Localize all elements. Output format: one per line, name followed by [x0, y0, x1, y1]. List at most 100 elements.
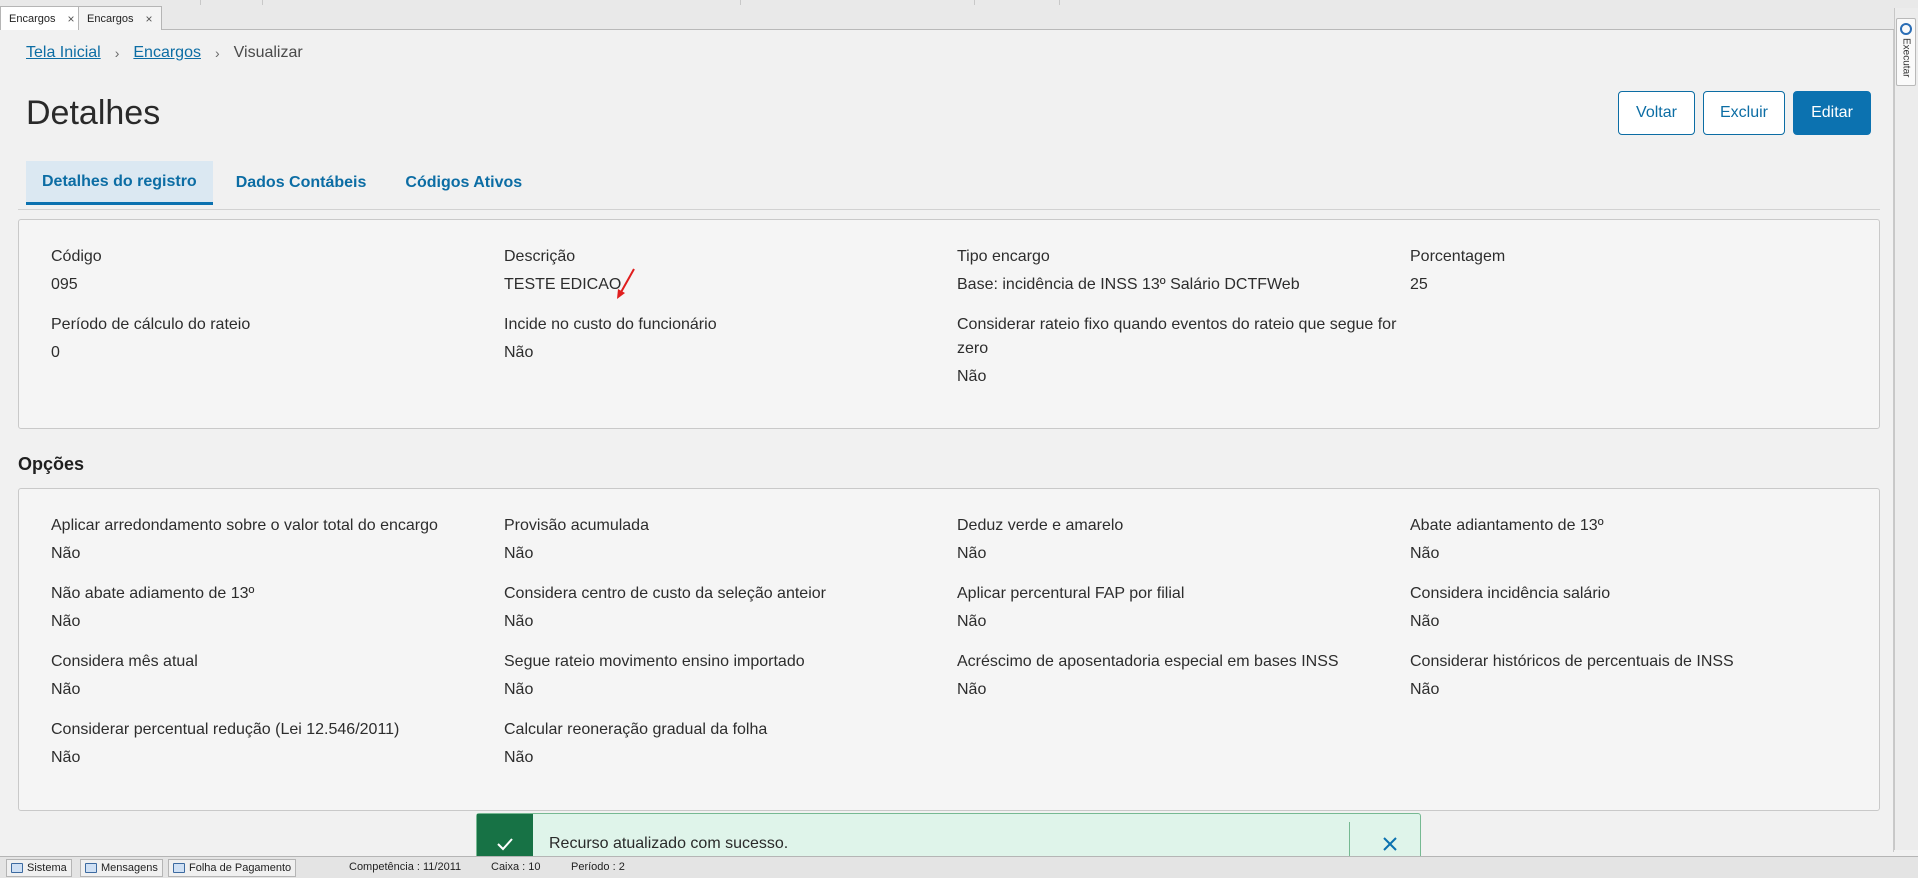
option-field: Considera mês atual Não — [51, 650, 491, 702]
field-label: Segue rateio movimento ensino importado — [504, 653, 805, 670]
delete-button[interactable]: Excluir — [1703, 91, 1785, 135]
option-field: Não abate adiamento de 13º Não — [51, 582, 491, 634]
field-porcentagem: Porcentagem 25 — [1410, 245, 1830, 297]
field-codigo: Código 095 — [51, 245, 471, 297]
option-field: Calcular reoneração gradual da folha Não — [504, 718, 944, 770]
toast-message: Recurso atualizado com sucesso. — [549, 835, 789, 852]
field-value: Não — [51, 681, 81, 698]
field-label: Deduz verde e amarelo — [957, 517, 1124, 534]
field-value: Não — [1410, 613, 1440, 630]
option-field: Considerar históricos de percentuais de … — [1410, 650, 1850, 702]
statusbar-caixa: Caixa : 10 — [491, 861, 541, 873]
field-label: Calcular reoneração gradual da folha — [504, 721, 768, 738]
field-label: Considera centro de custo da seleção ant… — [504, 585, 826, 602]
breadcrumb: Tela Inicial › Encargos › Visualizar — [26, 44, 303, 62]
window-tab-label: Encargos — [9, 13, 56, 25]
field-value: Base: incidência de INSS 13º Salário DCT… — [957, 276, 1300, 293]
breadcrumb-current: Visualizar — [233, 44, 303, 61]
side-rail: Executar — [1894, 8, 1918, 850]
status-bar: Sistema Mensagens Folha de Pagamento Com… — [0, 856, 1918, 878]
options-card: Aplicar arredondamento sobre o valor tot… — [18, 488, 1880, 811]
field-value: Não — [957, 368, 987, 385]
statusbar-label: Folha de Pagamento — [189, 862, 292, 874]
option-field: Considera incidência salário Não — [1410, 582, 1850, 634]
option-field: Considera centro de custo da seleção ant… — [504, 582, 944, 634]
chevron-right-icon: › — [114, 45, 120, 61]
field-periodo-calculo-rateio: Período de cálculo do rateio 0 — [51, 313, 471, 365]
tab-dados-contabeis[interactable]: Dados Contábeis — [220, 161, 383, 205]
field-value: Não — [51, 749, 81, 766]
field-value: Não — [504, 681, 534, 698]
option-field: Abate adiantamento de 13º Não — [1410, 514, 1850, 566]
divider — [262, 0, 263, 5]
chevron-right-icon: › — [214, 45, 220, 61]
back-button[interactable]: Voltar — [1618, 91, 1695, 135]
field-label: Considera mês atual — [51, 653, 198, 670]
tab-detalhes-do-registro[interactable]: Detalhes do registro — [26, 161, 213, 205]
computer-icon — [11, 863, 23, 873]
close-icon[interactable]: × — [67, 12, 74, 26]
statusbar-periodo: Período : 2 — [571, 861, 625, 873]
field-label: Considerar percentual redução (Lei 12.54… — [51, 721, 400, 738]
field-label: Considerar rateio fixo quando eventos do… — [957, 316, 1397, 357]
field-label: Acréscimo de aposentadoria especial em b… — [957, 653, 1339, 670]
field-descricao: Descrição TESTE EDICAO — [504, 245, 924, 297]
divider — [740, 0, 741, 5]
statusbar-label: Sistema — [27, 862, 67, 874]
field-label: Período de cálculo do rateio — [51, 316, 251, 333]
option-field: Aplicar percentural FAP por filial Não — [957, 582, 1397, 634]
executar-label: Executar — [1900, 38, 1912, 78]
field-label: Abate adiantamento de 13º — [1410, 517, 1604, 534]
option-field: Deduz verde e amarelo Não — [957, 514, 1397, 566]
field-value: Não — [504, 613, 534, 630]
field-value: Não — [957, 545, 987, 562]
tab-bar: Detalhes do registro Dados Contábeis Cód… — [26, 161, 545, 205]
field-label: Tipo encargo — [957, 248, 1050, 265]
field-incide-custo-funcionario: Incide no custo do funcionário Não — [504, 313, 924, 365]
statusbar-label: Mensagens — [101, 862, 158, 874]
statusbar-sistema-button[interactable]: Sistema — [6, 859, 72, 877]
field-label: Código — [51, 248, 102, 265]
field-rateio-fixo: Considerar rateio fixo quando eventos do… — [957, 313, 1397, 389]
edit-button[interactable]: Editar — [1793, 91, 1871, 135]
field-value: Não — [1410, 681, 1440, 698]
close-icon[interactable]: × — [145, 12, 152, 26]
statusbar-competencia: Competência : 11/2011 — [349, 861, 462, 873]
window-tab-strip: Encargos × Encargos × — [0, 0, 1918, 31]
message-icon — [85, 863, 97, 873]
breadcrumb-encargos-link[interactable]: Encargos — [133, 44, 201, 62]
option-field: Acréscimo de aposentadoria especial em b… — [957, 650, 1397, 702]
field-label: Provisão acumulada — [504, 517, 649, 534]
field-value: Não — [957, 681, 987, 698]
field-label: Não abate adiamento de 13º — [51, 585, 255, 602]
field-value: TESTE EDICAO — [504, 276, 622, 293]
option-field: Considerar percentual redução (Lei 12.54… — [51, 718, 491, 770]
tab-codigos-ativos[interactable]: Códigos Ativos — [389, 161, 538, 205]
field-value: Não — [51, 613, 81, 630]
breadcrumb-home-link[interactable]: Tela Inicial — [26, 44, 101, 62]
field-value: 25 — [1410, 276, 1428, 293]
field-label: Considera incidência salário — [1410, 585, 1611, 602]
field-value: 0 — [51, 344, 60, 361]
divider — [18, 209, 1880, 210]
field-value: Não — [51, 545, 81, 562]
statusbar-mensagens-button[interactable]: Mensagens — [80, 859, 163, 877]
window-tab-encargos-2[interactable]: Encargos × — [78, 6, 162, 30]
details-card: Código 095 Descrição TESTE EDICAO Tipo e… — [18, 219, 1880, 429]
executar-tab[interactable]: Executar — [1896, 18, 1916, 86]
page-title: Detalhes — [26, 94, 161, 132]
divider — [974, 0, 975, 5]
field-value: Não — [957, 613, 987, 630]
option-field: Segue rateio movimento ensino importado … — [504, 650, 944, 702]
main-panel: Tela Inicial › Encargos › Visualizar Det… — [0, 30, 1894, 875]
document-icon — [173, 863, 185, 873]
statusbar-folha-button[interactable]: Folha de Pagamento — [168, 859, 297, 877]
window-tab-label: Encargos — [87, 12, 134, 25]
option-field: Provisão acumulada Não — [504, 514, 944, 566]
divider — [200, 0, 201, 5]
field-label: Porcentagem — [1410, 248, 1506, 265]
window-tab-encargos-1[interactable]: Encargos × — [0, 6, 84, 31]
field-label: Descrição — [504, 248, 576, 265]
gear-icon — [1900, 23, 1912, 35]
options-section-title: Opções — [18, 454, 85, 474]
